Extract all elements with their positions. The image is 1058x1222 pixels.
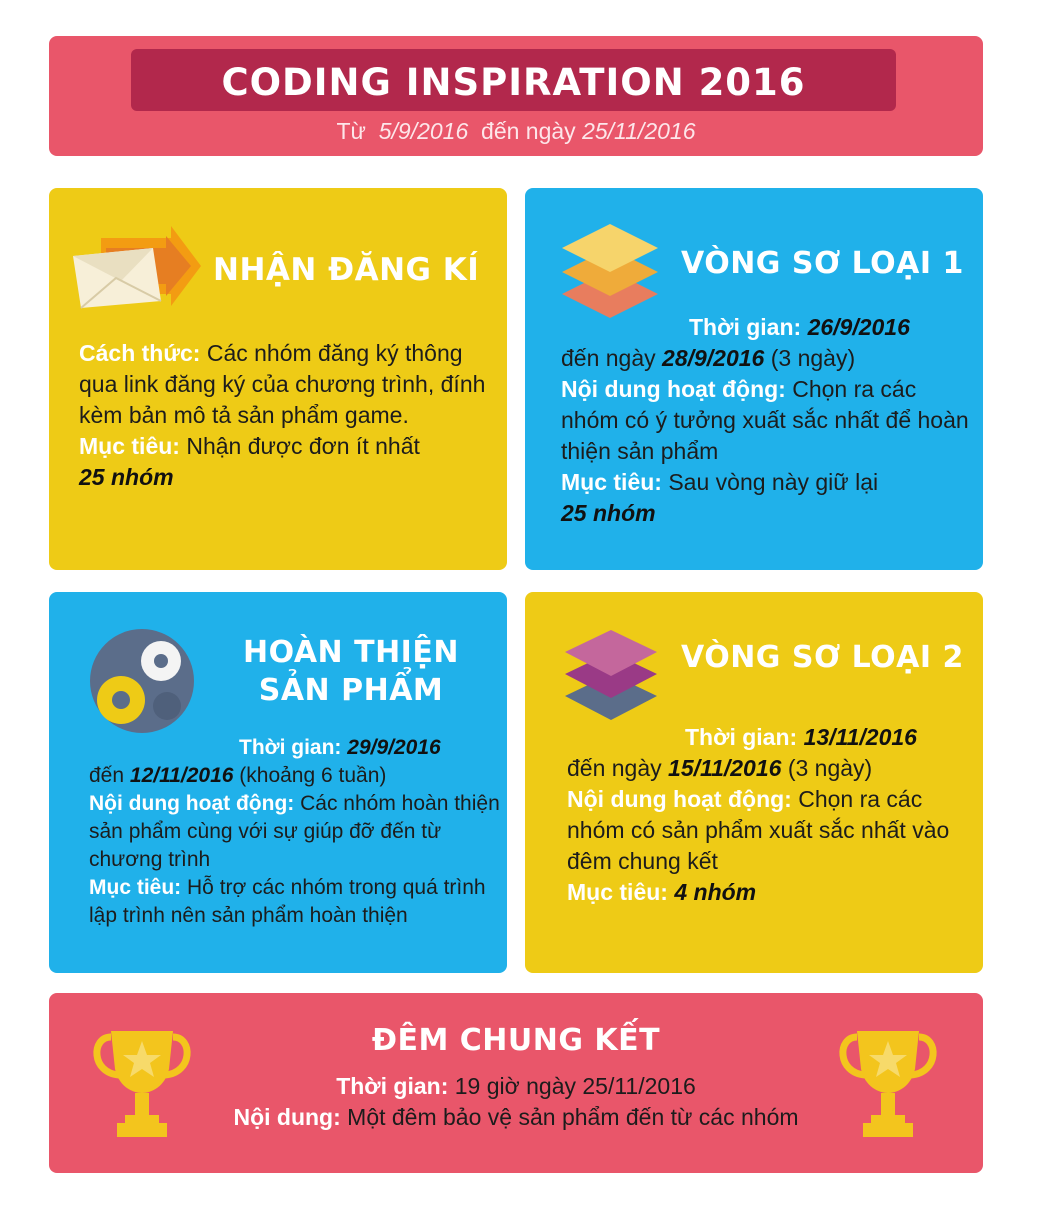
card-round-2: VÒNG SƠ LOẠI 2 Thời gian: 13/11/2016 đến… xyxy=(525,592,983,973)
card-heading: VÒNG SƠ LOẠI 1 xyxy=(681,246,964,281)
content-label: Nội dung: xyxy=(233,1104,341,1130)
date-range: Từ 5/9/2016 đến ngày 25/11/2016 xyxy=(49,118,983,145)
envelope-arrow-icon xyxy=(73,226,201,309)
content-label: Nội dung hoạt động: xyxy=(567,786,792,812)
time-end: 12/11/2016 xyxy=(129,764,234,787)
end-date: 25/11/2016 xyxy=(582,118,696,144)
time-label: Thời gian: xyxy=(685,724,798,750)
time-to: đến xyxy=(89,764,125,787)
time-to: đến ngày xyxy=(567,755,662,781)
content-label: Nội dung hoạt động: xyxy=(561,376,786,402)
layers-icon xyxy=(562,224,658,318)
card-heading: NHẬN ĐĂNG KÍ xyxy=(213,252,480,288)
start-date: 5/9/2016 xyxy=(378,118,469,144)
to-word: đến ngày xyxy=(481,118,576,144)
card-body: Thời gian: 29/9/2016 đến 12/11/2016 (kho… xyxy=(89,734,501,930)
goal-label: Mục tiêu: xyxy=(561,469,662,495)
time-start: 29/9/2016 xyxy=(347,736,441,759)
time-note: (khoảng 6 tuần) xyxy=(239,764,387,787)
time-start: 13/11/2016 xyxy=(803,724,917,750)
time-label: Thời gian: xyxy=(239,736,342,759)
card-round-1: VÒNG SƠ LOẠI 1 Thời gian: 26/9/2016 đến … xyxy=(525,188,983,570)
card-body: Thời gian: 26/9/2016 đến ngày 28/9/2016 … xyxy=(561,312,976,529)
layers-icon xyxy=(565,630,657,720)
card-heading: VÒNG SƠ LOẠI 2 xyxy=(681,640,964,675)
time-label: Thời gian: xyxy=(689,314,802,340)
gears-icon xyxy=(90,629,194,733)
heading-line-1: HOÀN THIỆN xyxy=(243,635,459,670)
goal-text: Nhận được đơn ít nhất xyxy=(186,433,420,459)
card-registration: NHẬN ĐĂNG KÍ Cách thức: Các nhóm đăng ký… xyxy=(49,188,507,570)
final-night: ĐÊM CHUNG KẾT Thời gian: 19 giờ ngày 25/… xyxy=(49,993,983,1173)
goal-text: Sau vòng này giữ lại xyxy=(668,469,879,495)
card-body: Thời gian: 13/11/2016 đến ngày 15/11/201… xyxy=(567,722,972,908)
time-to: đến ngày xyxy=(561,345,656,371)
goal-label: Mục tiêu: xyxy=(79,433,180,459)
time-note: (3 ngày) xyxy=(787,755,873,781)
card-body: Cách thức: Các nhóm đăng ký thông qua li… xyxy=(79,338,499,493)
time-start: 26/9/2016 xyxy=(807,314,910,340)
from-word: Từ xyxy=(336,118,366,144)
goal-label: Mục tiêu: xyxy=(89,876,182,899)
content-text: Một đêm bảo vệ sản phẩm đến từ các nhóm xyxy=(347,1104,799,1130)
goal-label: Mục tiêu: xyxy=(567,879,668,905)
title-bar: CODING INSPIRATION 2016 xyxy=(131,49,896,111)
time-label: Thời gian: xyxy=(336,1073,449,1099)
content-label: Nội dung hoạt động: xyxy=(89,792,295,815)
goal-value: 25 nhóm xyxy=(79,464,174,490)
heading-line-2: SẢN PHẨM xyxy=(258,673,444,708)
time-note: (3 ngày) xyxy=(770,345,856,371)
method-label: Cách thức: xyxy=(79,340,201,366)
time-end: 28/9/2016 xyxy=(662,345,765,371)
goal-value: 25 nhóm xyxy=(561,500,656,526)
header-banner: CODING INSPIRATION 2016 Từ 5/9/2016 đến … xyxy=(49,36,983,156)
goal-value: 4 nhóm xyxy=(674,879,757,905)
card-heading: HOÀN THIỆN SẢN PHẨM xyxy=(241,634,461,710)
time-text: 19 giờ ngày 25/11/2016 xyxy=(454,1073,696,1099)
time-end: 15/11/2016 xyxy=(668,755,782,781)
page-title: CODING INSPIRATION 2016 xyxy=(221,61,806,104)
card-product-completion: HOÀN THIỆN SẢN PHẨM Thời gian: 29/9/2016… xyxy=(49,592,507,973)
final-body: Thời gian: 19 giờ ngày 25/11/2016 Nội du… xyxy=(49,1071,983,1133)
final-heading: ĐÊM CHUNG KẾT xyxy=(371,1023,661,1058)
